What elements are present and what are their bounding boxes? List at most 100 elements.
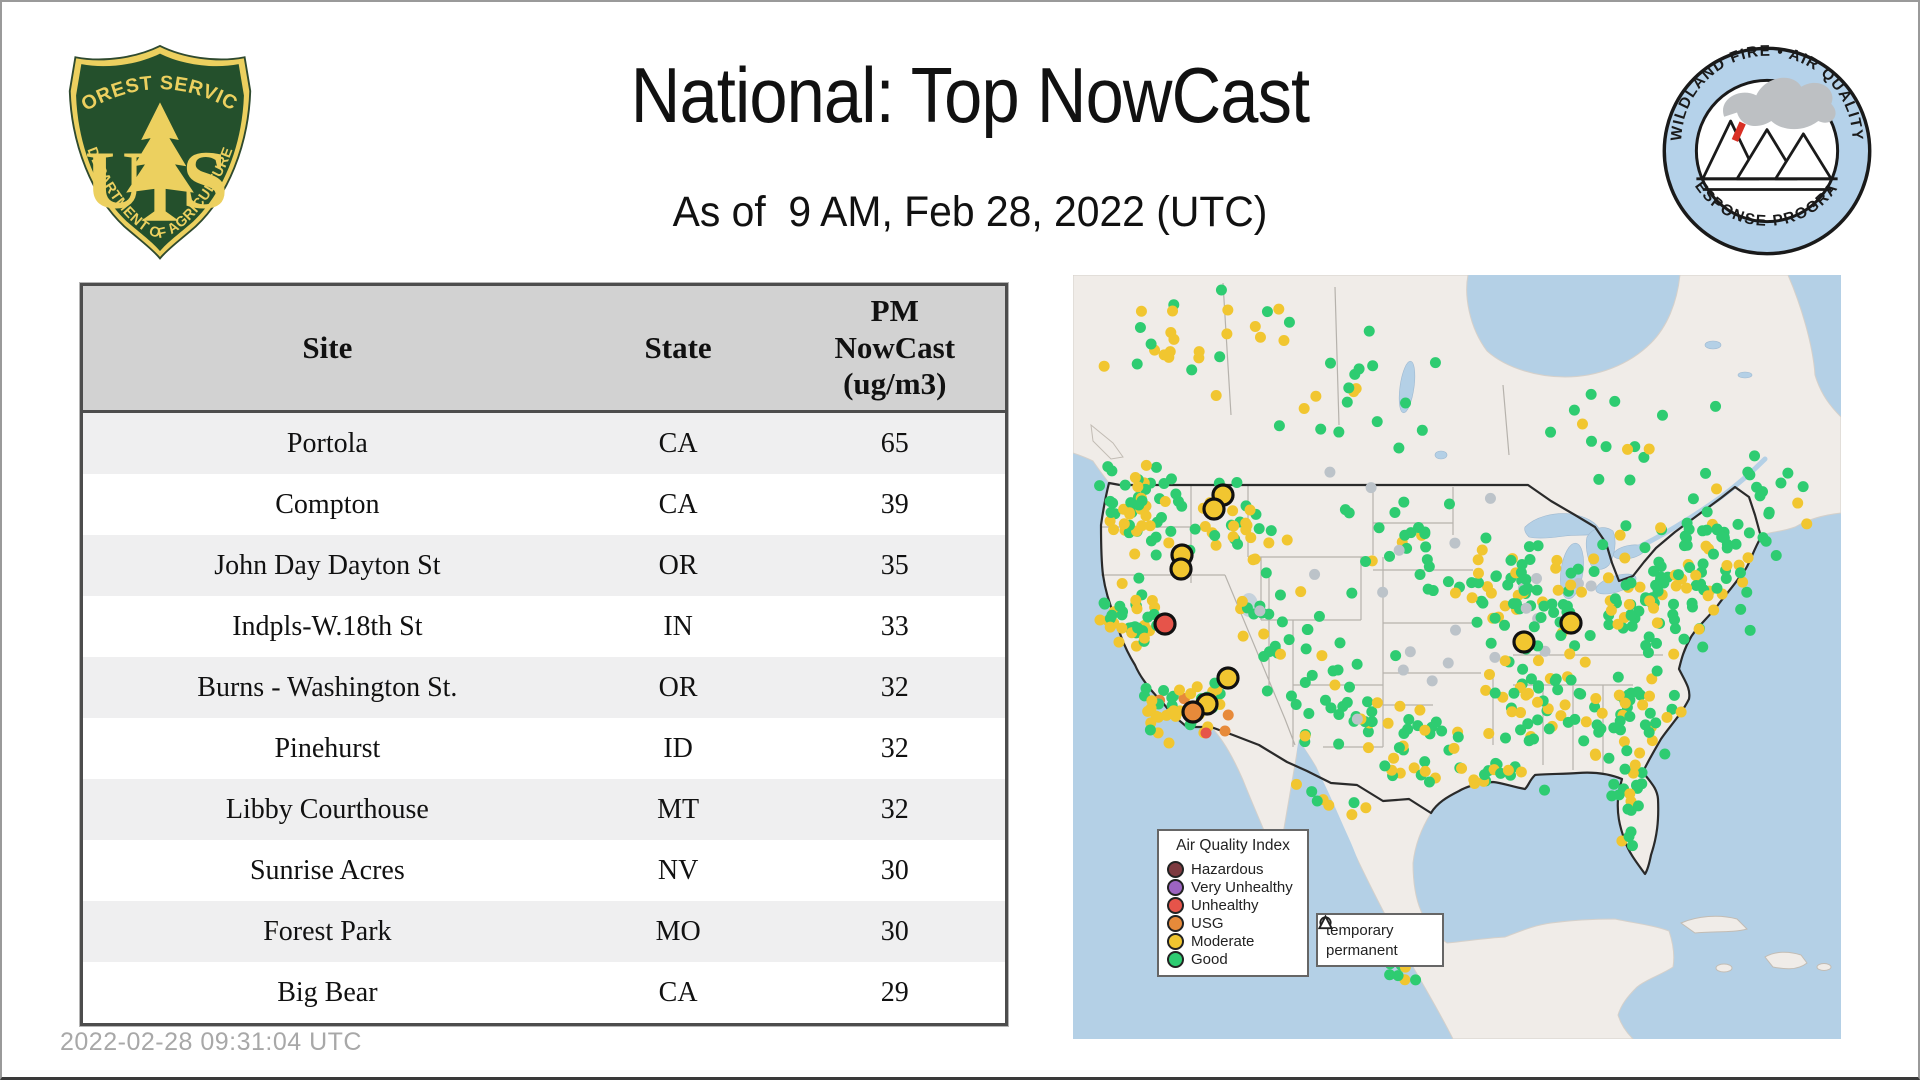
top-site-marker bbox=[1202, 497, 1226, 521]
monitor-dot bbox=[1295, 586, 1307, 598]
monitor-dot bbox=[1742, 466, 1754, 478]
monitor-dot bbox=[1659, 748, 1671, 760]
forest-service-logo: FOREST SERVICE DEPARTMENT OF AGRICULTURE… bbox=[59, 25, 254, 268]
monitor-dot bbox=[1290, 698, 1302, 710]
monitor-dot bbox=[1596, 707, 1608, 719]
monitor-dot bbox=[1173, 684, 1185, 696]
monitor-dot bbox=[1134, 321, 1146, 333]
monitor-dot bbox=[1528, 733, 1540, 745]
monitor-dot bbox=[1346, 809, 1358, 821]
state-cell: MT bbox=[571, 779, 785, 840]
monitor-dot bbox=[1146, 695, 1158, 707]
monitor-dot bbox=[1129, 548, 1141, 560]
monitor-dot bbox=[1578, 735, 1590, 747]
monitor-dot bbox=[1398, 728, 1410, 740]
monitor-dot bbox=[1290, 778, 1302, 790]
monitor-dot bbox=[1690, 579, 1702, 591]
hazardous-dot-icon bbox=[1167, 860, 1184, 878]
monitor-dot bbox=[1303, 707, 1315, 719]
monitor-dot bbox=[1564, 648, 1576, 660]
monitor-dot bbox=[1398, 496, 1410, 508]
monitor-dot bbox=[1483, 668, 1495, 680]
monitor-dot bbox=[1744, 624, 1756, 636]
column-header-pm-nowcast: PM NowCast (ug/m3) bbox=[784, 284, 1007, 413]
monitor-dot bbox=[1626, 620, 1638, 632]
monitor-dot bbox=[1138, 632, 1150, 644]
monitor-dot bbox=[1732, 518, 1744, 530]
monitor-dot bbox=[1565, 567, 1577, 579]
monitor-dot bbox=[1589, 748, 1601, 760]
aqi-legend-label: Unhealthy bbox=[1191, 896, 1259, 914]
monitor-dot bbox=[1585, 388, 1597, 400]
monitor-dot bbox=[1382, 717, 1394, 729]
monitor-dot bbox=[1219, 725, 1231, 737]
monitor-dot bbox=[1422, 583, 1434, 595]
monitor-dot bbox=[1214, 351, 1226, 363]
monitor-dot bbox=[1130, 594, 1142, 606]
monitor-dot bbox=[1648, 565, 1660, 577]
monitor-dot bbox=[1548, 606, 1560, 618]
aqi-legend-item: USG bbox=[1167, 914, 1299, 932]
monitor-dot bbox=[1792, 497, 1804, 509]
monitor-dot bbox=[1770, 550, 1782, 562]
monitor-dot bbox=[1301, 624, 1313, 636]
monitor-dot bbox=[1393, 742, 1405, 754]
value-cell: 30 bbox=[784, 840, 1007, 901]
monitor-dot bbox=[1693, 623, 1705, 635]
monitor-dot bbox=[1222, 304, 1234, 316]
monitor-dot bbox=[1532, 680, 1544, 692]
site-cell: Forest Park bbox=[81, 901, 572, 962]
monitor-dot bbox=[1260, 567, 1272, 579]
table-row: Libby Courthouse MT 32 bbox=[81, 779, 1007, 840]
marker-legend-label: permanent bbox=[1326, 941, 1398, 959]
monitor-dot bbox=[1639, 719, 1651, 731]
monitor-dot bbox=[1346, 587, 1358, 599]
monitor-dot bbox=[1094, 614, 1106, 626]
site-cell: John Day Dayton St bbox=[81, 535, 572, 596]
top-site-marker bbox=[1559, 611, 1583, 635]
monitor-dot bbox=[1545, 426, 1557, 438]
air-quality-map: Air Quality Index Hazardous Very Unhealth… bbox=[1073, 275, 1841, 1039]
monitor-dot bbox=[1419, 724, 1431, 736]
monitor-dot bbox=[1686, 601, 1698, 613]
monitor-dot bbox=[1135, 305, 1147, 317]
table-row: Burns - Washington St. OR 32 bbox=[81, 657, 1007, 718]
monitor-dot bbox=[1399, 529, 1411, 541]
monitor-dot bbox=[1240, 517, 1252, 529]
monitor-dot bbox=[1161, 709, 1173, 721]
monitor-dot bbox=[1757, 532, 1769, 544]
monitor-dot bbox=[1476, 544, 1488, 556]
monitor-dot bbox=[1749, 450, 1761, 462]
monitor-dot bbox=[1273, 303, 1285, 315]
monitor-dot bbox=[1623, 831, 1635, 843]
monitor-dot bbox=[1651, 617, 1663, 629]
monitor-dot bbox=[1384, 550, 1396, 562]
monitor-dot bbox=[1193, 346, 1205, 358]
monitor-dot bbox=[1568, 404, 1580, 416]
monitor-dot bbox=[1343, 382, 1355, 394]
table-row: Forest Park MO 30 bbox=[81, 901, 1007, 962]
monitor-dot bbox=[1150, 549, 1162, 561]
forest-service-shield: FOREST SERVICE DEPARTMENT OF AGRICULTURE… bbox=[59, 25, 252, 260]
top-site-marker bbox=[1216, 666, 1240, 690]
monitor-dot bbox=[1324, 357, 1336, 369]
monitor-dot bbox=[1608, 778, 1620, 790]
monitor-dot bbox=[1580, 716, 1592, 728]
monitor-dot bbox=[1163, 537, 1175, 549]
monitor-dot bbox=[1414, 569, 1426, 581]
monitor-dot bbox=[1508, 687, 1520, 699]
table-row: Portola CA 65 bbox=[81, 411, 1007, 474]
monitor-dot bbox=[1315, 423, 1327, 435]
monitor-dot bbox=[1658, 577, 1670, 589]
monitor-dot bbox=[1630, 779, 1642, 791]
monitor-dot bbox=[1687, 493, 1699, 505]
monitor-dot bbox=[1702, 590, 1714, 602]
monitor-dot bbox=[1716, 531, 1728, 543]
monitor-dot bbox=[1419, 765, 1431, 777]
monitor-dot bbox=[1167, 305, 1179, 317]
monitor-dot bbox=[1593, 473, 1605, 485]
monitor-dot bbox=[1329, 679, 1341, 691]
state-cell: OR bbox=[571, 535, 785, 596]
monitor-dot bbox=[1614, 529, 1626, 541]
monitor-dot bbox=[1532, 655, 1544, 667]
